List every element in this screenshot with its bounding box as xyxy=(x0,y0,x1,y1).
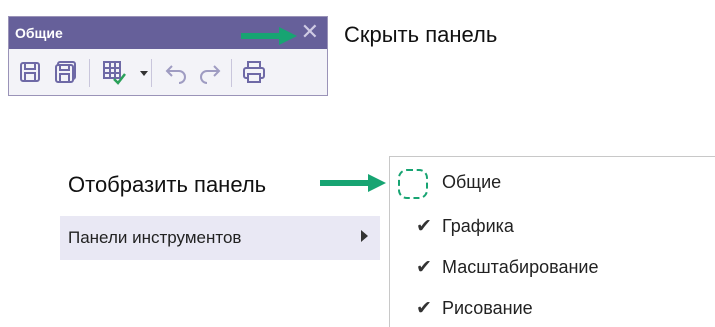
table-check-icon[interactable] xyxy=(101,59,127,85)
toolbar-separator xyxy=(89,59,90,87)
panel-toolbar xyxy=(9,49,327,95)
save-all-icon[interactable] xyxy=(53,59,79,85)
dropdown-arrow-icon[interactable] xyxy=(131,59,148,85)
menu-item-toolbars[interactable]: Панели инструментов xyxy=(60,216,380,260)
toolbar-separator xyxy=(151,59,152,87)
menu-item-label: Панели инструментов xyxy=(68,228,242,247)
redo-icon[interactable] xyxy=(197,59,223,85)
arrow-right-icon xyxy=(320,174,386,192)
panel-title: Общие xyxy=(15,25,63,41)
toolbars-submenu: Общие ✔ Графика ✔ Масштабирование ✔ Рисо… xyxy=(389,156,715,327)
submenu-item-label: Графика xyxy=(442,216,514,236)
submenu-item-graphics[interactable]: ✔ Графика xyxy=(390,207,715,245)
submenu-item-drawing[interactable]: ✔ Рисование xyxy=(390,289,715,327)
highlight-box xyxy=(398,169,428,199)
chevron-right-icon xyxy=(361,230,368,242)
arrow-right-icon xyxy=(241,27,297,45)
submenu-item-general[interactable]: Общие xyxy=(390,163,715,201)
print-icon[interactable] xyxy=(241,59,267,85)
check-icon: ✔ xyxy=(416,216,432,237)
hide-panel-label: Скрыть панель xyxy=(344,22,498,47)
submenu-item-scaling[interactable]: ✔ Масштабирование xyxy=(390,248,715,286)
check-icon: ✔ xyxy=(416,257,432,278)
submenu-item-label: Общие xyxy=(442,172,502,192)
submenu-item-label: Масштабирование xyxy=(442,257,599,277)
save-icon[interactable] xyxy=(17,59,43,85)
check-icon: ✔ xyxy=(416,298,432,319)
show-panel-label: Отобразить панель xyxy=(68,172,267,197)
close-icon[interactable]: ✕ xyxy=(301,20,319,44)
toolbar-separator xyxy=(231,59,232,87)
undo-icon[interactable] xyxy=(163,59,189,85)
